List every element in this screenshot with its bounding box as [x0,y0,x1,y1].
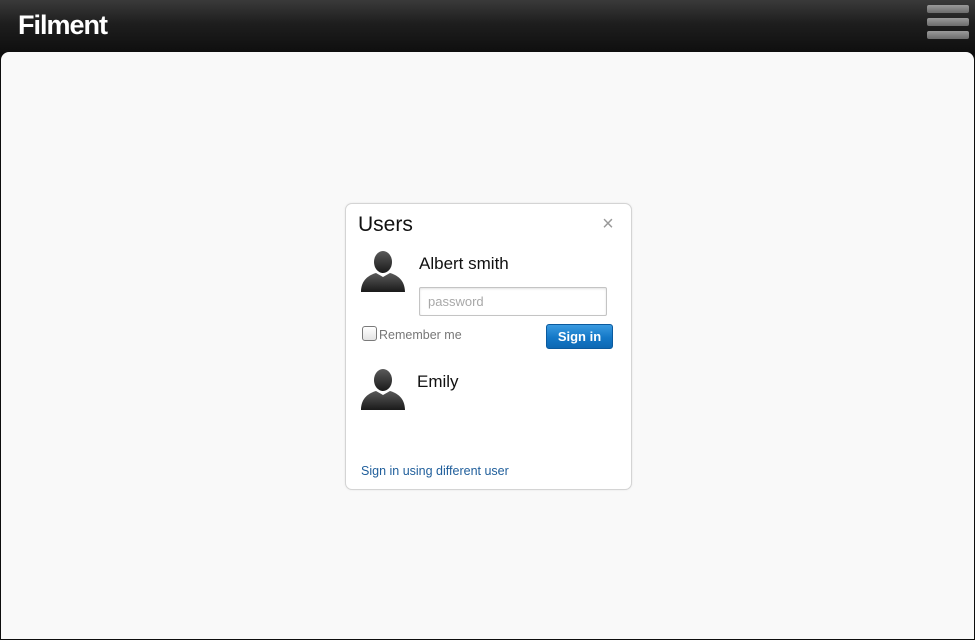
top-bar: Filment [0,0,975,52]
user-silhouette-icon [361,251,405,292]
menu-bar-top [927,5,969,13]
dialog-title: Users [358,213,413,236]
user-name-emily[interactable]: Emily [417,372,459,392]
close-icon[interactable]: × [600,214,616,234]
menu-bar-bottom [927,31,969,39]
sign-in-different-user-link[interactable]: Sign in using different user [361,464,509,478]
menu-bar-middle [927,18,969,26]
sign-in-button[interactable]: Sign in [546,324,613,349]
remember-me-label: Remember me [379,328,462,342]
app-title: Filment [18,10,108,40]
user-name-albert[interactable]: Albert smith [419,254,509,274]
user-silhouette-icon [361,369,405,410]
users-dialog: Users × Albert smith Remember me Sign in… [345,203,632,490]
remember-me-checkbox[interactable] [362,326,377,341]
hamburger-menu-icon[interactable] [927,5,969,41]
password-input[interactable] [419,287,607,316]
